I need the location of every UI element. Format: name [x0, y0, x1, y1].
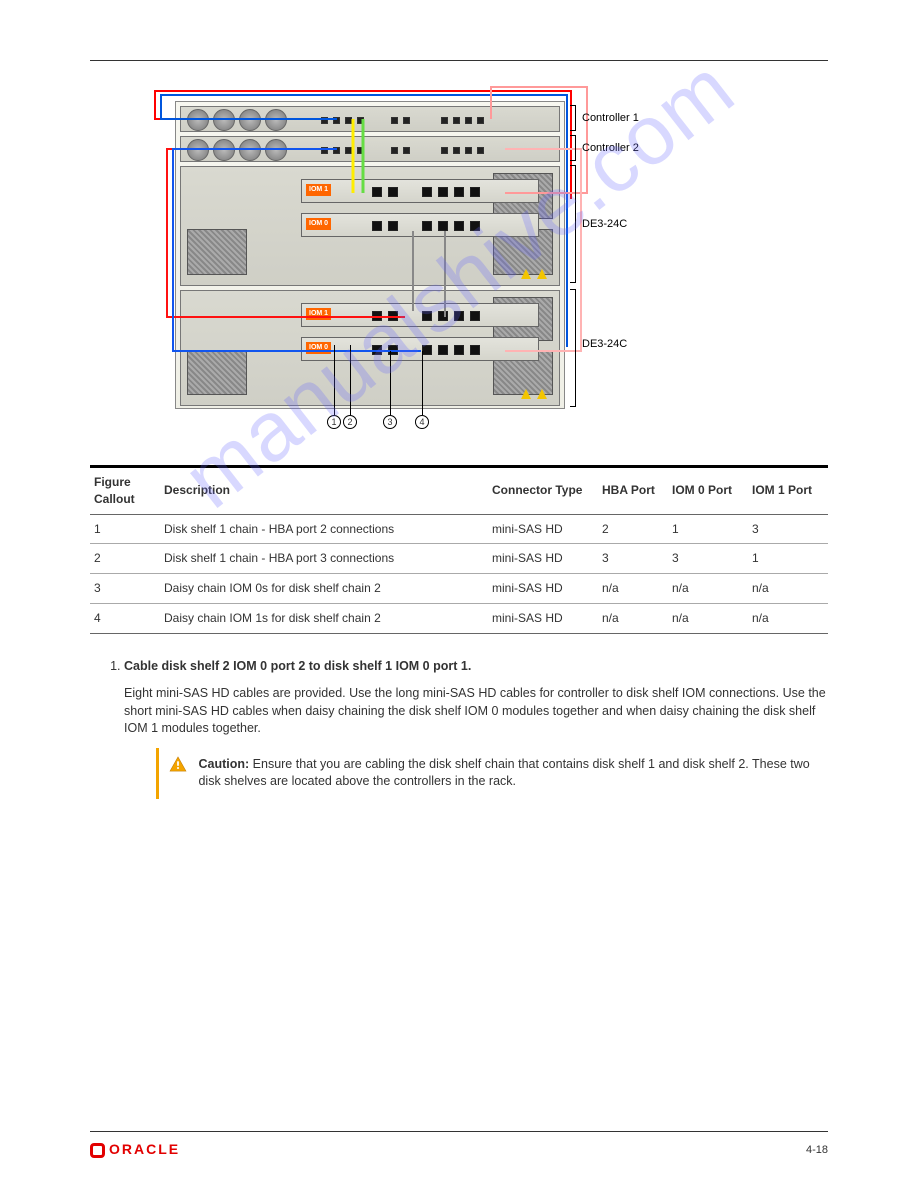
cable-overlay: [175, 101, 565, 409]
col-connector: Connector Type: [488, 467, 598, 515]
page-number: 4-18: [806, 1143, 828, 1158]
cable-connections-table: Figure Callout Description Connector Typ…: [90, 465, 828, 634]
col-hba: HBA Port: [598, 467, 668, 515]
table-row: 2 Disk shelf 1 chain - HBA port 3 connec…: [90, 544, 828, 574]
caution-text: Ensure that you are cabling the disk she…: [198, 757, 809, 789]
table-row: 1 Disk shelf 1 chain - HBA port 2 connec…: [90, 514, 828, 544]
col-callout: Figure Callout: [90, 467, 160, 515]
step-1-body: Eight mini-SAS HD cables are provided. U…: [124, 685, 828, 738]
col-iom1: IOM 1 Port: [748, 467, 828, 515]
list-item: Cable disk shelf 2 IOM 0 port 2 to disk …: [124, 658, 828, 799]
col-desc: Description: [160, 467, 488, 515]
label-controller1: Controller 1: [582, 111, 639, 126]
callout-2: 2: [343, 415, 357, 429]
label-controller2: Controller 2: [582, 141, 639, 156]
step-1-title: Cable disk shelf 2 IOM 0 port 2 to disk …: [124, 659, 471, 673]
caution-label: Caution:: [198, 757, 249, 771]
caution-box: Caution: Ensure that you are cabling the…: [156, 748, 828, 799]
caution-icon: [169, 756, 187, 778]
callout-4: 4: [415, 415, 429, 429]
callout-3: 3: [383, 415, 397, 429]
oracle-logo: ORACLE: [90, 1140, 180, 1160]
cabling-diagram: manualshive.com: [90, 81, 828, 451]
label-de3-2: DE3-24C: [582, 337, 627, 352]
table-row: 3 Daisy chain IOM 0s for disk shelf chai…: [90, 574, 828, 604]
col-iom0: IOM 0 Port: [668, 467, 748, 515]
step-list: Cable disk shelf 2 IOM 0 port 2 to disk …: [124, 658, 828, 799]
page-footer: ORACLE 4-18: [0, 1131, 918, 1160]
table-row: 4 Daisy chain IOM 1s for disk shelf chai…: [90, 603, 828, 633]
label-de3-1: DE3-24C: [582, 217, 627, 232]
callout-1: 1: [327, 415, 341, 429]
